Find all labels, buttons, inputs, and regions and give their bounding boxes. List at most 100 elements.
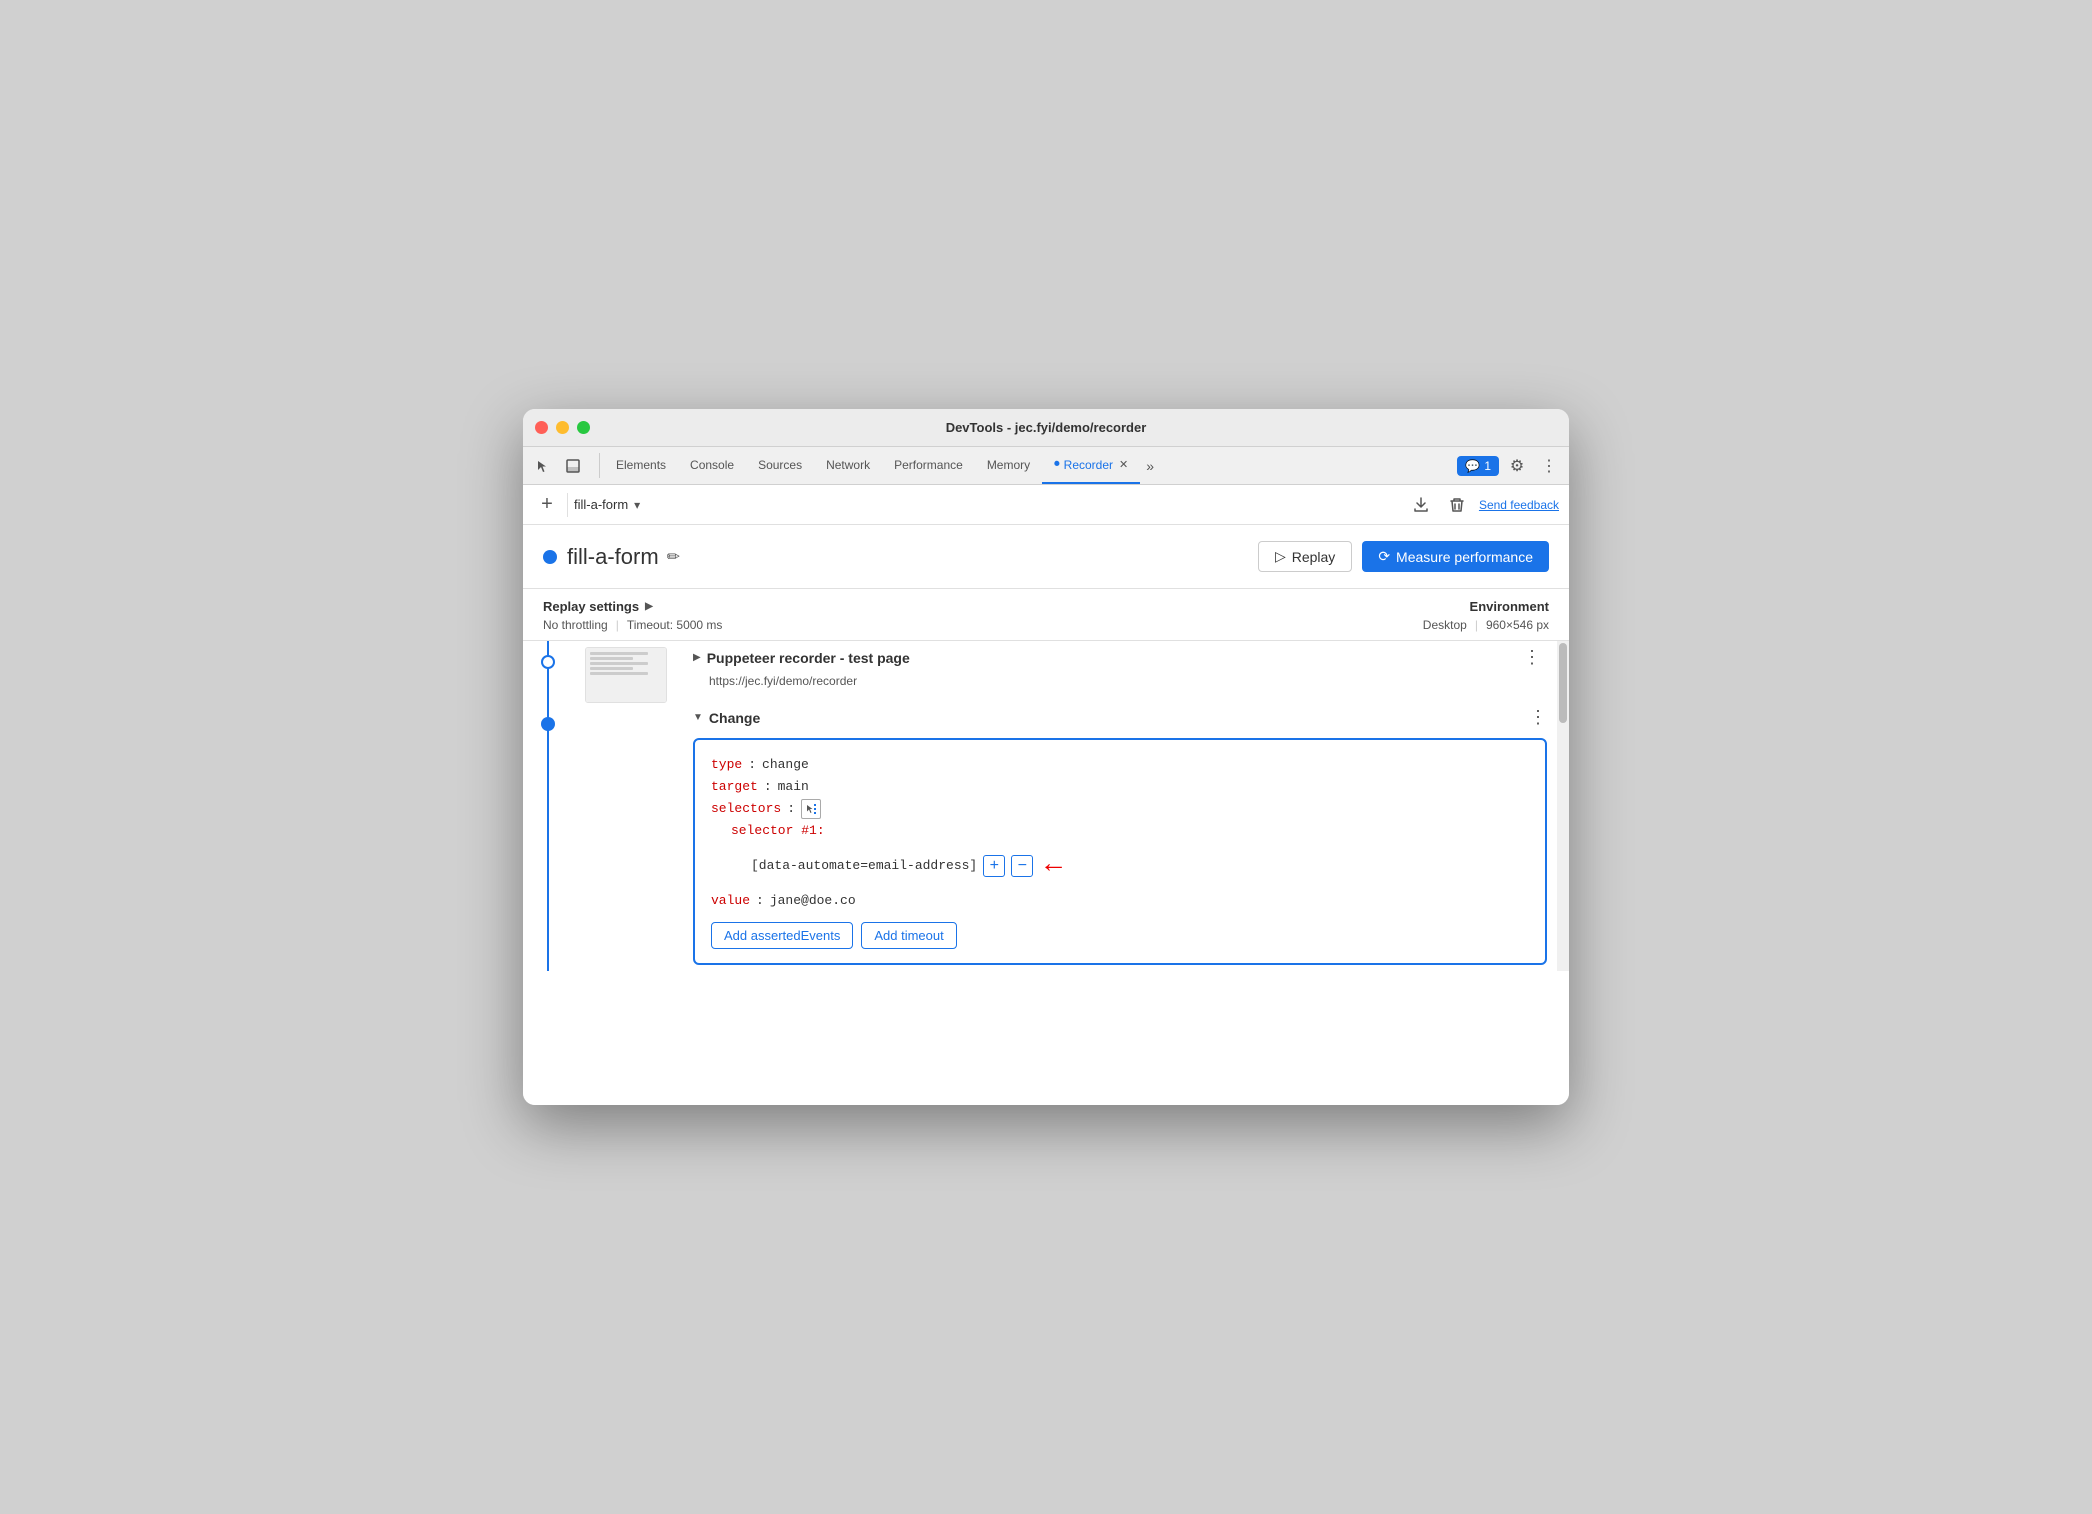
recording-status-dot [543,550,557,564]
change-step-more-button[interactable]: ⋮ [1529,707,1547,728]
add-asserted-events-button[interactable]: Add assertedEvents [711,922,853,949]
code-selector-num-line: selector #1: [711,820,1529,842]
steps-wrapper: ▶ Puppeteer recorder - test page ⋮ https… [523,641,1557,971]
recording-name-selector[interactable]: fill-a-form ▾ [574,497,640,512]
change-step-content: ▼ Change ⋮ type : change [683,703,1557,971]
navigate-step-more-button[interactable]: ⋮ [1517,647,1547,668]
send-feedback-link[interactable]: Send feedback [1479,498,1559,512]
code-selector-val-line: [data-automate=email-address] + − ← [711,842,1529,890]
thumb-line-3 [590,662,648,665]
export-button[interactable] [1407,491,1435,519]
remove-selector-button[interactable]: − [1011,855,1033,877]
tab-console[interactable]: Console [678,447,746,484]
code-value-key: value [711,890,750,912]
more-tabs-button[interactable]: » [1140,447,1160,484]
replay-settings-toggle[interactable]: Replay settings ▶ [543,599,722,614]
code-target-key: target [711,776,758,798]
replay-settings-left: Replay settings ▶ No throttling | Timeou… [543,599,722,632]
edit-name-icon[interactable]: ✏ [667,547,680,567]
cursor-icon[interactable] [529,452,557,480]
navigate-step-header[interactable]: ▶ Puppeteer recorder - test page ⋮ [693,641,1547,674]
tab-recorder[interactable]: ⏺ Recorder ✕ [1042,447,1140,484]
thumb-line-5 [590,672,648,675]
recording-dropdown-chevron[interactable]: ▾ [634,498,640,512]
navigate-step-url: https://jec.fyi/demo/recorder [693,674,1547,694]
change-timeline [523,703,573,971]
toolbar-separator [567,493,568,517]
add-selector-button[interactable]: + [983,855,1005,877]
minimize-button[interactable] [556,421,569,434]
recorder-tab-close[interactable]: ✕ [1119,458,1128,471]
code-action-buttons: Add assertedEvents Add timeout [711,922,1529,949]
thumb-line-2 [590,657,633,660]
recording-header: fill-a-form ✏ ▷ Replay ⟳ Measure perform… [523,525,1569,589]
code-type-key: type [711,754,742,776]
replay-play-icon: ▷ [1275,548,1286,565]
navigate-step-row: ▶ Puppeteer recorder - test page ⋮ https… [523,641,1557,703]
code-type-colon: : [748,754,756,776]
code-target-line: target : main [711,776,1529,798]
chat-icon: 💬 [1465,459,1480,473]
environment-label: Environment [1423,599,1549,614]
toolbar-right: Send feedback [1407,491,1559,519]
navigate-step-title: Puppeteer recorder - test page [707,650,910,666]
settings-separator: | [616,618,619,632]
recording-actions: ▷ Replay ⟳ Measure performance [1258,541,1549,572]
code-target-colon: : [764,776,772,798]
code-value-colon: : [756,890,764,912]
chat-badge-button[interactable]: 💬 1 [1457,456,1499,476]
scrollbar-thumb[interactable] [1559,643,1567,723]
environment-details: Desktop | 960×546 px [1423,618,1549,632]
navigate-timeline [523,641,573,703]
code-type-val: change [762,754,809,776]
tab-memory[interactable]: Memory [975,447,1042,484]
replay-settings-bar: Replay settings ▶ No throttling | Timeou… [523,589,1569,641]
recorder-main-content: fill-a-form ✏ ▷ Replay ⟳ Measure perform… [523,525,1569,1105]
change-expand-icon: ▼ [693,712,703,723]
recorder-tab-icon: ⏺ [1054,458,1060,471]
thumbnail-content [586,648,666,702]
tab-separator-left [599,453,600,478]
thumb-line-4 [590,667,633,670]
tab-sources[interactable]: Sources [746,447,814,484]
change-timeline-dot [541,717,555,731]
more-options-button[interactable]: ⋮ [1535,452,1563,480]
add-recording-button[interactable]: + [533,491,561,519]
change-step-title: Change [709,710,760,726]
replay-button[interactable]: ▷ Replay [1258,541,1352,572]
change-thumb-spacer [573,703,683,971]
thumb-line-1 [590,652,648,655]
change-step-header[interactable]: ▼ Change ⋮ [693,703,1547,732]
dock-icon[interactable] [559,452,587,480]
navigate-step-content: ▶ Puppeteer recorder - test page ⋮ https… [683,641,1557,703]
replay-settings-expand-icon: ▶ [645,601,653,612]
code-selector-num-label: selector #1: [731,820,825,842]
code-target-val: main [778,776,809,798]
titlebar: DevTools - jec.fyi/demo/recorder [523,409,1569,447]
timeline-line [547,641,549,703]
step-thumbnail-container [573,641,683,703]
selector-picker-button[interactable] [801,799,821,819]
recording-title: fill-a-form [567,544,659,570]
scrollbar-track[interactable] [1557,641,1569,971]
delete-recording-button[interactable] [1443,491,1471,519]
settings-button[interactable]: ⚙ [1503,452,1531,480]
tab-performance[interactable]: Performance [882,447,975,484]
code-selectors-colon: : [787,798,795,820]
red-arrow-indicator: ← [1045,842,1062,890]
measure-icon: ⟳ [1378,548,1390,565]
tab-network[interactable]: Network [814,447,882,484]
maximize-button[interactable] [577,421,590,434]
close-button[interactable] [535,421,548,434]
navigate-timeline-dot [541,655,555,669]
change-step-code-block: type : change target : main selectors [693,738,1547,965]
replay-settings-details: No throttling | Timeout: 5000 ms [543,618,722,632]
replay-settings-right: Environment Desktop | 960×546 px [1423,599,1549,632]
code-selectors-line: selectors : [711,798,1529,820]
code-type-line: type : change [711,754,1529,776]
tab-elements[interactable]: Elements [604,447,678,484]
add-timeout-button[interactable]: Add timeout [861,922,956,949]
code-value-val: jane@doe.co [770,890,856,912]
measure-performance-button[interactable]: ⟳ Measure performance [1362,541,1549,572]
code-selectors-key: selectors [711,798,781,820]
